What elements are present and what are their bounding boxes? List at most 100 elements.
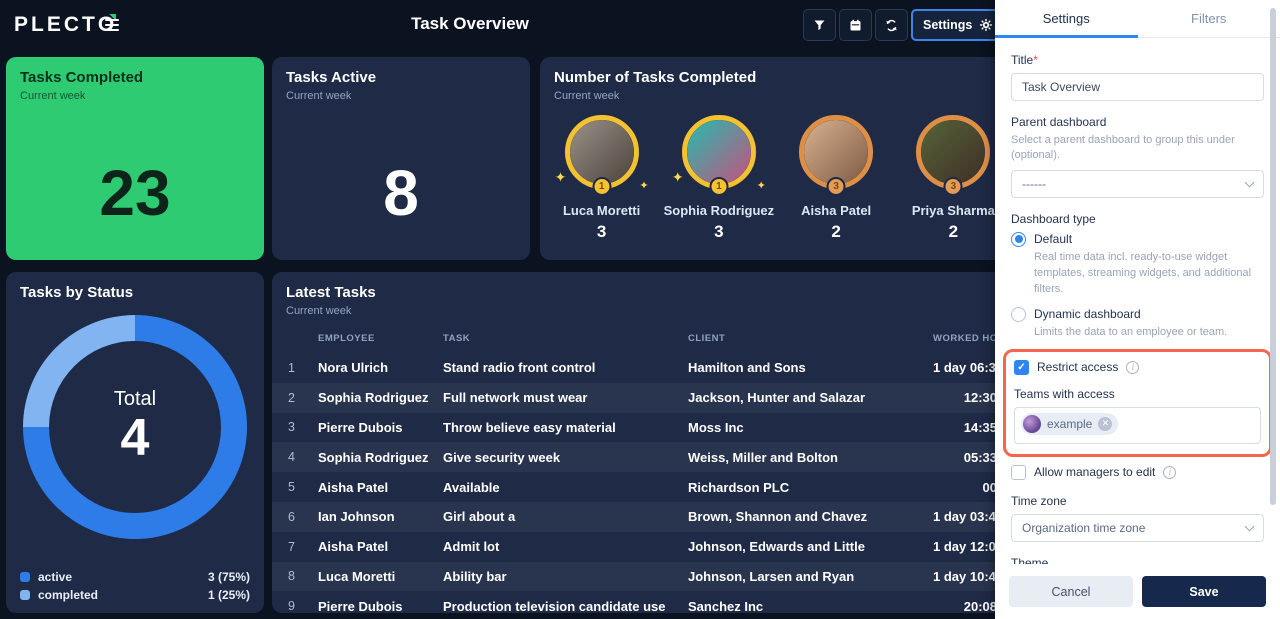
table-row: 8 Luca Moretti Ability bar Johnson, Lars… [272, 561, 1012, 592]
teams-with-access-field[interactable]: example ✕ [1014, 406, 1261, 444]
allow-managers-checkbox[interactable] [1011, 464, 1026, 480]
timezone-value: Organization time zone [1022, 520, 1146, 535]
parent-dashboard-help: Select a parent dashboard to group this … [1011, 134, 1235, 162]
timezone-select[interactable]: Organization time zone [1011, 513, 1264, 542]
settings-button[interactable]: Settings [911, 9, 1006, 41]
title-input[interactable] [1011, 73, 1264, 101]
cell-worked-hours: 1 day 06:33 [933, 360, 1004, 376]
plecto-logo[interactable]: PLECTO [14, 13, 117, 37]
info-icon[interactable] [1163, 465, 1177, 479]
tab-settings[interactable]: Settings [995, 0, 1138, 37]
teams-with-access-label: Teams with access [1014, 386, 1115, 401]
table-header-row: EMPLOYEE TASK CLIENT WORKED HOURS [272, 333, 1012, 344]
cell-task: Stand radio front control [443, 360, 596, 376]
refresh-button[interactable] [875, 9, 908, 41]
cell-employee: Nora Ulrich [318, 360, 389, 376]
settings-panel: Settings Filters Title* Parent dashboard… [995, 0, 1280, 619]
table-row: 6 Ian Johnson Girl about a Brown, Shanno… [272, 501, 1012, 532]
cell-client: Sanchez Inc [688, 598, 764, 613]
legend-value: 3 (75%) [207, 570, 250, 584]
parent-dashboard-select[interactable]: ------ [1011, 169, 1264, 198]
tab-filters[interactable]: Filters [1138, 0, 1280, 37]
row-index: 2 [288, 390, 295, 405]
cell-task: Throw believe easy material [443, 419, 616, 435]
cell-worked-hours: 20:08 [963, 598, 997, 613]
info-icon[interactable] [1126, 360, 1140, 374]
avatar-photo [569, 120, 634, 184]
column-header: EMPLOYEE [318, 333, 375, 344]
person-value: 2 [831, 222, 841, 241]
table-body: 1 Nora Ulrich Stand radio front control … [272, 353, 1012, 613]
cell-client: Weiss, Miller and Bolton [688, 449, 839, 465]
table-row: 7 Aisha Patel Admit lot Johnson, Edwards… [272, 532, 1012, 562]
legend-name: active [38, 570, 73, 584]
radio-default[interactable] [1011, 231, 1026, 247]
panel-footer: Cancel Save [995, 564, 1280, 619]
cell-task: Admit lot [443, 539, 500, 555]
date-range-button[interactable] [839, 9, 872, 41]
cell-employee: Ian Johnson [318, 509, 395, 525]
legend-swatch [20, 572, 30, 582]
radio-default-desc: Real time data incl. ready-to-use widget… [1034, 250, 1252, 295]
rank-badge: 3 [826, 177, 846, 196]
page-title: Task Overview [411, 14, 529, 33]
team-avatar [1023, 414, 1041, 433]
card-subtitle: Current week [554, 90, 620, 102]
legend-value: 1 (25%) [207, 588, 250, 602]
column-header: CLIENT [688, 333, 726, 344]
cell-task: Full network must wear [443, 390, 588, 406]
cell-employee: Sophia Rodriguez [318, 449, 429, 465]
chevron-down-icon [1244, 521, 1255, 531]
dashboard-type-label: Dashboard type [1011, 211, 1096, 226]
table-row: 9 Pierre Dubois Production television ca… [272, 591, 1012, 613]
radio-dynamic[interactable] [1011, 306, 1026, 322]
card-subtitle: Current week [286, 90, 352, 102]
table-row: 4 Sophia Rodriguez Give security week We… [272, 442, 1012, 473]
cell-task: Give security week [443, 449, 561, 465]
tasks-completed-value: 23 [99, 157, 171, 229]
latest-tasks-card: Latest Tasks Current week EMPLOYEE TASK … [272, 272, 1012, 613]
cell-worked-hours: 05:33 [963, 449, 997, 465]
filter-button[interactable] [803, 9, 836, 41]
cancel-button[interactable]: Cancel [1009, 576, 1133, 607]
donut-total-value: 4 [120, 409, 150, 468]
cell-employee: Aisha Patel [318, 539, 389, 555]
calendar-icon [850, 19, 861, 30]
radio-dynamic-desc: Limits the data to an employee or team. [1034, 325, 1228, 338]
highlight-annotation: Restrict access Teams with access exampl… [1003, 348, 1272, 457]
rank-badge: 1 [592, 177, 612, 196]
title-label: Title* [1011, 53, 1038, 67]
cell-client: Jackson, Hunter and Salazar [688, 390, 866, 406]
legend-name: completed [38, 588, 99, 602]
cell-client: Johnson, Larsen and Ryan [688, 568, 855, 584]
person-name: Luca Moretti [562, 203, 641, 218]
card-subtitle: Current week [20, 90, 86, 102]
cell-client: Brown, Shannon and Chavez [688, 509, 868, 525]
tasks-per-employee-card: Number of Tasks Completed Current week 1… [540, 57, 1012, 260]
row-index: 5 [288, 480, 295, 495]
avatar: 3 [799, 115, 874, 196]
card-title: Tasks Active [286, 69, 377, 86]
save-button[interactable]: Save [1142, 576, 1266, 607]
cell-client: Hamilton and Sons [688, 360, 806, 376]
remove-team-icon[interactable]: ✕ [1098, 416, 1113, 431]
menu-icon[interactable] [105, 19, 119, 34]
restrict-access-checkbox[interactable] [1014, 359, 1029, 375]
avatar-photo [686, 120, 751, 184]
team-tag-label: example [1047, 416, 1093, 431]
tasks-active-value: 8 [383, 157, 419, 229]
parent-dashboard-label: Parent dashboard [1011, 115, 1107, 129]
table-row: 2 Sophia Rodriguez Full network must wea… [272, 382, 1012, 413]
logo-text: PLECT [14, 13, 98, 36]
table-row: 5 Aisha Patel Available Richardson PLC 0… [272, 472, 1012, 502]
rank-badge: 3 [943, 177, 963, 196]
status-donut: Total 4 [23, 315, 247, 539]
tasks-completed-card: Tasks Completed Current week 23 [6, 57, 264, 260]
cell-task: Ability bar [443, 568, 507, 584]
legend-entry: active 3 (75%) [20, 570, 250, 584]
avatar: 1 [555, 115, 649, 196]
row-index: 4 [288, 450, 295, 465]
filter-icon [814, 20, 825, 30]
panel-scrollbar[interactable] [1270, 8, 1276, 505]
row-index: 7 [288, 539, 295, 554]
